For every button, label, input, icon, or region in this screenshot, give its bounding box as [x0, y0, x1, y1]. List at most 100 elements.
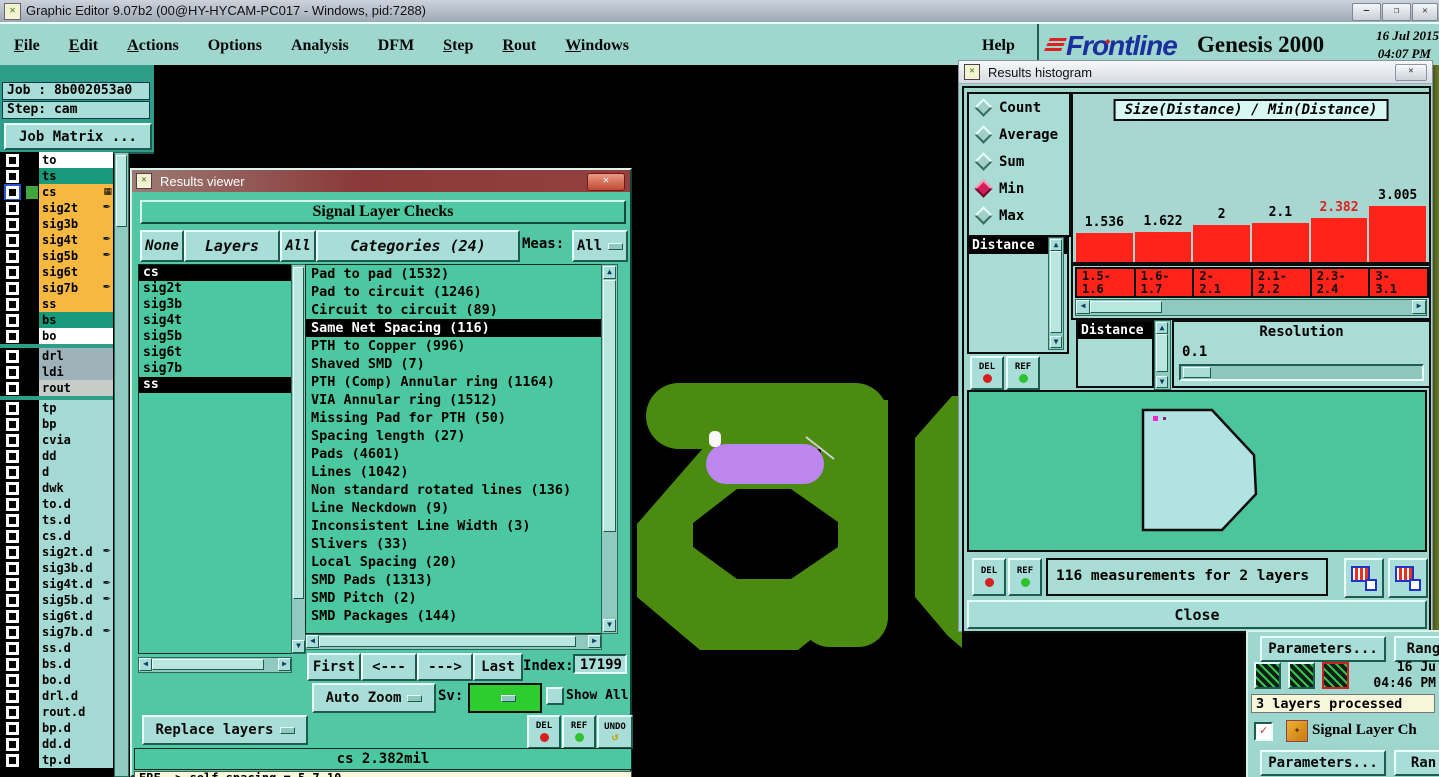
parameters-button[interactable]: Parameters...	[1260, 636, 1386, 662]
layer-row-sig2t.d[interactable]: sig2t.d ✒	[0, 544, 113, 560]
layer-visibility-checkbox[interactable]	[5, 609, 19, 623]
viewer-layer-hscrollbar[interactable]: ◀ ▶	[138, 657, 292, 673]
layer-row-drl.d[interactable]: drl.d	[0, 688, 113, 704]
layer-row-sig6t.d[interactable]: sig6t.d	[0, 608, 113, 624]
histogram-ref-button[interactable]: REF	[1006, 356, 1040, 390]
send-to-layer-button[interactable]	[1344, 558, 1384, 598]
layer-row-sig7b[interactable]: sig7b ✒	[0, 280, 113, 296]
layer-visibility-checkbox[interactable]	[5, 625, 19, 639]
prev-button[interactable]: <---	[361, 653, 417, 681]
layer-row-rout.d[interactable]: rout.d	[0, 704, 113, 720]
stat-radio-average[interactable]: Average	[969, 121, 1069, 148]
next-button[interactable]: --->	[417, 653, 473, 681]
category-item[interactable]: SMD Pads (1313)	[306, 571, 601, 589]
layer-visibility-checkbox[interactable]	[5, 217, 19, 231]
preview-del-button[interactable]: DEL	[972, 558, 1006, 596]
layer-visibility-checkbox[interactable]	[5, 545, 19, 559]
layer-visibility-checkbox[interactable]	[5, 641, 19, 655]
viewer-layer-item[interactable]: cs	[139, 265, 291, 281]
menu-item-options[interactable]: Options	[208, 37, 262, 55]
layer-visibility-checkbox[interactable]	[5, 449, 19, 463]
category-item[interactable]: Spacing length (27)	[306, 427, 601, 445]
index-field[interactable]: 17199	[573, 654, 627, 674]
layer-row-ts.d[interactable]: ts.d	[0, 512, 113, 528]
minimize-button[interactable]: —	[1352, 3, 1381, 21]
chart-hscrollbar[interactable]: ◀ ▶	[1075, 299, 1427, 316]
categories-hscrollbar[interactable]: ◀ ▶	[305, 634, 602, 650]
results-viewer-titlebar[interactable]: ✕ Results viewer ✕	[132, 170, 630, 192]
layer-visibility-checkbox[interactable]	[5, 349, 19, 363]
menu-item-windows[interactable]: Windows	[565, 37, 629, 55]
layer-row-sig5b.d[interactable]: sig5b.d ✒	[0, 592, 113, 608]
category-item[interactable]: PTH (Comp) Annular ring (1164)	[306, 373, 601, 391]
layer-visibility-checkbox[interactable]	[5, 185, 19, 199]
window-titlebar[interactable]: ✕ Graphic Editor 9.07b2 (00@HY-HYCAM-PC0…	[0, 0, 1439, 23]
resolution-slider-thumb[interactable]	[1183, 367, 1211, 378]
layer-visibility-checkbox[interactable]	[5, 365, 19, 379]
layer-row-bs.d[interactable]: bs.d	[0, 656, 113, 672]
layer-visibility-checkbox[interactable]	[5, 481, 19, 495]
histogram-close-button[interactable]: Close	[967, 600, 1427, 629]
layer-row-sig4t[interactable]: sig4t ✒	[0, 232, 113, 248]
layer-row-sig7b.d[interactable]: sig7b.d ✒	[0, 624, 113, 640]
send-from-layer-button[interactable]	[1388, 558, 1428, 598]
menu-item-rout[interactable]: Rout	[502, 37, 536, 55]
menu-item-analysis[interactable]: Analysis	[291, 37, 349, 55]
layer-visibility-checkbox[interactable]	[5, 401, 19, 415]
category-item[interactable]: Non standard rotated lines (136)	[306, 481, 601, 499]
menu-item-actions[interactable]: Actions	[127, 37, 179, 55]
parameter-list-scrollbar[interactable]: ▲ ▼	[1048, 237, 1064, 350]
menu-item-step[interactable]: Step	[443, 37, 473, 55]
range-button[interactable]: Rang	[1394, 636, 1439, 662]
layer-row-sig6t[interactable]: sig6t	[0, 264, 113, 280]
viewer-layer-item[interactable]: sig4t	[139, 313, 291, 329]
layer-visibility-checkbox[interactable]	[5, 201, 19, 215]
stat-radio-max[interactable]: Max	[969, 202, 1069, 229]
signal-layer-checkbox[interactable]: ✓	[1254, 722, 1273, 741]
all-button[interactable]: All	[280, 230, 316, 262]
stat-radio-min[interactable]: Min	[969, 175, 1069, 202]
auto-zoom-dropdown[interactable]: Auto Zoom	[312, 683, 436, 713]
layer-visibility-checkbox[interactable]	[5, 577, 19, 591]
resolution-slider[interactable]	[1179, 364, 1424, 381]
show-all-checkbox[interactable]	[546, 687, 564, 705]
layer-row-dd[interactable]: dd	[0, 448, 113, 464]
layer-row-sig2t[interactable]: sig2t ✒	[0, 200, 113, 216]
layer-visibility-checkbox[interactable]	[5, 169, 19, 183]
layer-row-ss[interactable]: ss	[0, 296, 113, 312]
sv-color-dropdown[interactable]	[468, 683, 542, 713]
layer-row-drl[interactable]: drl	[0, 348, 113, 364]
layer-row-ss.d[interactable]: ss.d	[0, 640, 113, 656]
parameter-list-2-scrollbar[interactable]: ▲ ▼	[1154, 320, 1171, 390]
layer-visibility-checkbox[interactable]	[5, 329, 19, 343]
preview-ref-button[interactable]: REF	[1008, 558, 1042, 596]
histogram-titlebar[interactable]: ✕ Results histogram ✕	[959, 61, 1432, 84]
ref-button[interactable]: REF	[562, 715, 596, 749]
range-button-2[interactable]: Ran	[1394, 750, 1439, 776]
histogram-bar-column[interactable]: 2	[1192, 142, 1251, 262]
category-item[interactable]: Inconsistent Line Width (3)	[306, 517, 601, 535]
category-item[interactable]: Shaved SMD (7)	[306, 355, 601, 373]
histogram-bar-column[interactable]: 2.1	[1251, 142, 1310, 262]
layer-visibility-checkbox[interactable]	[5, 529, 19, 543]
layer-row-cs.d[interactable]: cs.d	[0, 528, 113, 544]
job-matrix-button[interactable]: Job Matrix ...	[4, 123, 152, 150]
parameter-item-distance[interactable]: Distance	[1078, 322, 1152, 339]
category-item[interactable]: SMD Packages (144)	[306, 607, 601, 625]
run-check-active-icon[interactable]	[1322, 662, 1349, 689]
measurement-preview[interactable]	[967, 390, 1427, 552]
viewer-layer-item[interactable]: sig6t	[139, 345, 291, 361]
menu-item-edit[interactable]: Edit	[69, 37, 98, 55]
viewer-layer-item[interactable]: sig2t	[139, 281, 291, 297]
del-button[interactable]: DEL	[527, 715, 561, 749]
category-item[interactable]: Same Net Spacing (116)	[306, 319, 601, 337]
category-item[interactable]: SMD Pitch (2)	[306, 589, 601, 607]
layer-visibility-checkbox[interactable]	[5, 753, 19, 767]
layer-row-d[interactable]: d	[0, 464, 113, 480]
layer-visibility-checkbox[interactable]	[5, 689, 19, 703]
layer-row-bs[interactable]: bs	[0, 312, 113, 328]
parameters-button-2[interactable]: Parameters...	[1260, 750, 1386, 776]
layer-row-dwk[interactable]: dwk	[0, 480, 113, 496]
layer-visibility-checkbox[interactable]	[5, 593, 19, 607]
categories-button[interactable]: Categories (24)	[316, 230, 520, 262]
